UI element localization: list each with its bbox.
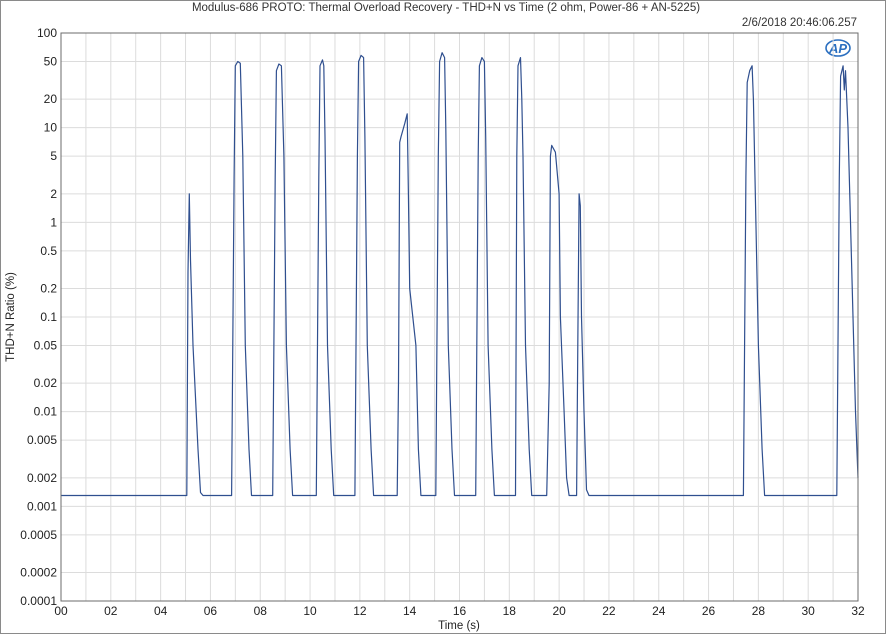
y-tick-label: 20	[44, 92, 58, 106]
y-tick-label: 0.0002	[20, 566, 57, 580]
x-tick-label: 18	[503, 604, 517, 618]
y-tick-label: 1	[50, 215, 57, 229]
x-tick-label: 04	[154, 604, 168, 618]
x-tick-label: 20	[552, 604, 566, 618]
x-tick-label: 00	[54, 604, 68, 618]
chart-title: Modulus-686 PROTO: Thermal Overload Reco…	[192, 2, 700, 14]
x-tick-label: 10	[303, 604, 317, 618]
y-tick-label: 0.01	[34, 405, 58, 419]
x-tick-label: 28	[752, 604, 766, 618]
thd-vs-time-chart: Modulus-686 PROTO: Thermal Overload Reco…	[5, 2, 865, 632]
y-axis-label: THD+N Ratio (%)	[5, 272, 17, 362]
y-tick-label: 2	[50, 187, 57, 201]
y-tick-label: 0.05	[34, 338, 58, 352]
x-tick-label: 22	[602, 604, 616, 618]
y-tick-label: 0.005	[27, 433, 57, 447]
ap-logo-text: AP	[828, 41, 847, 56]
x-tick-label: 12	[353, 604, 367, 618]
x-tick-label: 02	[104, 604, 118, 618]
x-tick-label: 30	[802, 604, 816, 618]
y-tick-label: 5	[50, 149, 57, 163]
y-tick-label: 0.1	[40, 310, 57, 324]
x-tick-label: 14	[403, 604, 417, 618]
x-tick-label: 06	[204, 604, 218, 618]
y-tick-label: 0.5	[40, 244, 57, 258]
ap-logo: AP	[825, 39, 851, 57]
y-tick-label: 0.0005	[20, 528, 57, 542]
x-tick-label: 32	[851, 604, 865, 618]
x-tick-label: 26	[702, 604, 716, 618]
chart-timestamp: 2/6/2018 20:46:06.257	[742, 17, 857, 29]
y-tick-label: 0.02	[34, 376, 58, 390]
x-tick-label: 24	[652, 604, 666, 618]
x-axis-label: Time (s)	[438, 620, 480, 632]
y-tick-label: 0.002	[27, 471, 57, 485]
x-tick-label: 08	[254, 604, 268, 618]
y-tick-label: 100	[37, 26, 57, 40]
y-tick-label: 50	[44, 54, 58, 68]
y-tick-label: 0.0001	[20, 594, 57, 608]
y-tick-label: 0.001	[27, 499, 57, 513]
x-tick-label: 16	[453, 604, 467, 618]
y-tick-label: 10	[44, 121, 58, 135]
y-tick-label: 0.2	[40, 282, 57, 296]
